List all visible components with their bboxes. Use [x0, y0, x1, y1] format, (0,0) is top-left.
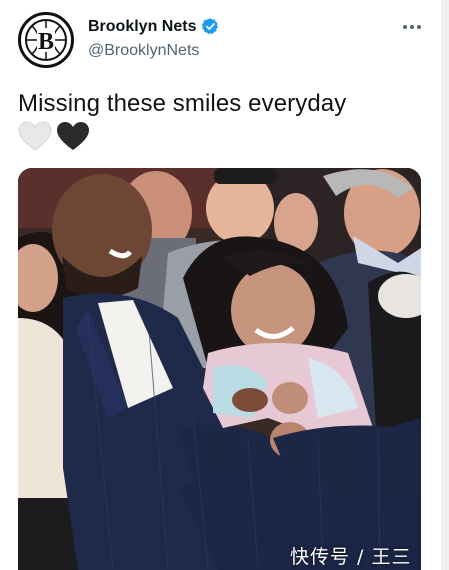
verified-badge-icon	[202, 18, 219, 35]
black-heart-icon	[57, 122, 89, 150]
white-heart-icon	[18, 121, 52, 151]
author-display-name[interactable]: Brooklyn Nets	[88, 18, 196, 36]
author-handle[interactable]: @BrooklynNets	[88, 42, 199, 60]
emoji-row	[18, 121, 90, 152]
scroll-edge	[441, 0, 449, 570]
author-name-row: Brooklyn Nets	[88, 17, 220, 36]
author-avatar[interactable]: B	[18, 12, 74, 68]
more-options-icon[interactable]	[400, 18, 424, 36]
svg-text:B: B	[38, 29, 54, 55]
media-watermark: 快传号 / 王三	[290, 546, 412, 568]
brooklyn-nets-logo-icon: B	[25, 19, 67, 61]
tweet-text: Missing these smiles everyday	[18, 90, 347, 117]
tweet-media-photo[interactable]	[18, 168, 421, 570]
photo-scene	[18, 168, 421, 570]
